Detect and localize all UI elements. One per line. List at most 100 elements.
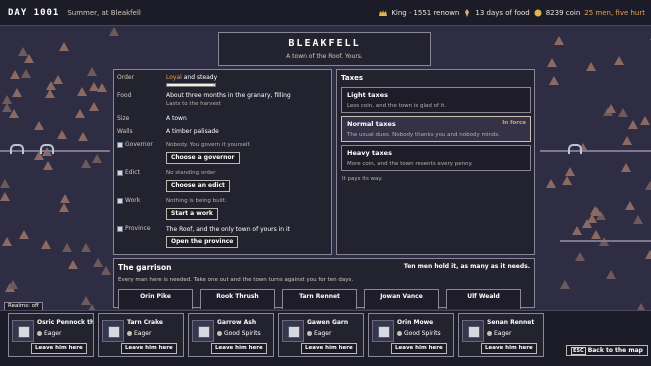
mountain-tile [75, 108, 86, 118]
soldier-name: Tarn Crake [127, 319, 163, 326]
food-sub: Lasts to the harvest [166, 101, 221, 107]
mountain-tile [57, 129, 68, 139]
province-value: The Roof, and the only town of yours in … [166, 226, 291, 233]
town-details-panel: Order Loyal and steady Food About three … [113, 69, 332, 255]
garrison-slot[interactable]: Orin Pike [118, 289, 193, 309]
choose-edict-button[interactable]: Choose an edict [166, 180, 230, 192]
mountain-tile [605, 269, 616, 279]
taxes-panel: Taxes Light taxes Less coin, and the tow… [336, 69, 535, 255]
mountain-tile [33, 121, 44, 131]
mountain-tile [545, 179, 556, 189]
food-label: 13 days of food [475, 9, 530, 17]
mountain-tile [554, 35, 565, 45]
day-counter: DAY 1001 [8, 7, 60, 18]
walls-value: A timber palisade [166, 128, 219, 135]
edict-value: No standing order [166, 170, 216, 176]
roster-card[interactable]: Senan Rennet Eager Leave him here [458, 313, 544, 357]
mountain-tile [58, 42, 69, 52]
garrison-panel: The garrison Ten men hold it, as many as… [113, 258, 535, 309]
leave-here-button[interactable]: Leave him here [391, 343, 447, 354]
roster-tray: Osric Pennock th... Eager Leave him here… [0, 310, 651, 366]
leave-here-button[interactable]: Leave him here [31, 343, 87, 354]
back-to-map-button[interactable]: ESC Back to the map [566, 345, 648, 356]
mountain-tile [547, 57, 558, 67]
garrison-slot[interactable]: Tarn Rennet [282, 289, 357, 309]
roster-card[interactable]: Orin Mowe Good Spirits Leave him here [368, 313, 454, 357]
walls-label: Walls [117, 128, 133, 135]
town-banner: BLEAKFELL A town of the Roof. Yours. [218, 32, 431, 66]
mountain-tile [20, 69, 31, 79]
mountain-tile [45, 80, 56, 90]
order-bar-fill [167, 84, 213, 86]
tax-name: Heavy taxes [347, 149, 392, 157]
edict-icon [117, 169, 123, 176]
mountain-tile [58, 202, 69, 212]
governor-row: Governor [117, 141, 153, 148]
mountain-tile [586, 214, 597, 224]
order-rest: and steady [183, 74, 218, 81]
work-value: Nothing is being built. [166, 198, 227, 204]
mountain-tile [633, 214, 644, 224]
mountain-tile [621, 136, 632, 146]
mountain-tile [0, 179, 11, 189]
soldier-mood: Good Spirits [217, 330, 261, 337]
mountain-tile [613, 56, 624, 66]
garrison-title: The garrison [118, 263, 172, 272]
roster-card[interactable]: Tarn Crake Eager Leave him here [98, 313, 184, 357]
town-marker-icon[interactable] [40, 144, 54, 154]
leave-here-button[interactable]: Leave him here [121, 343, 177, 354]
mountain-tile [0, 191, 11, 201]
size-label: Size [117, 115, 130, 122]
leave-here-button[interactable]: Leave him here [301, 343, 357, 354]
mountain-tile [108, 27, 119, 36]
mountain-tile [62, 242, 73, 252]
crown-icon [379, 9, 388, 17]
tax-option-normal[interactable]: Normal taxes In force The usual dues. No… [341, 116, 531, 142]
coin-icon [534, 9, 542, 17]
mountain-tile [620, 163, 631, 173]
roster-card[interactable]: Osric Pennock th... Eager Leave him here [8, 313, 94, 357]
work-row: Work [117, 197, 140, 204]
mountain-tile [617, 107, 628, 117]
town-marker-icon[interactable] [568, 144, 582, 154]
tax-desc: Less coin, and the town is glad of it. [347, 103, 447, 109]
work-icon [117, 197, 123, 204]
start-work-button[interactable]: Start a work [166, 208, 218, 220]
mountain-tile [19, 230, 30, 240]
mountain-tile [44, 89, 55, 99]
garrison-slot[interactable]: Jowan Vance [364, 289, 439, 309]
tax-name: Normal taxes [347, 120, 396, 128]
choose-governor-button[interactable]: Choose a governor [166, 152, 240, 164]
mountain-tile [2, 236, 13, 246]
mountain-tile [60, 194, 71, 204]
mountain-tile [40, 240, 51, 250]
roster-card[interactable]: Garrow Ash Good Spirits Leave him here [188, 313, 274, 357]
mountain-tile [562, 176, 573, 186]
mountain-tile [80, 158, 91, 168]
mountain-tile [564, 166, 575, 176]
town-subtitle: A town of the Roof. Yours. [286, 53, 363, 60]
tax-option-light[interactable]: Light taxes Less coin, and the town is g… [341, 87, 531, 113]
mountain-tile [2, 103, 13, 113]
garrison-slot[interactable]: Rook Thrush [200, 289, 275, 309]
garrison-summary: Ten men hold it, as many as it needs. [403, 263, 530, 270]
soldier-mood: Eager [127, 330, 151, 337]
soldier-mood: Good Spirits [397, 330, 441, 337]
province-label: Province [125, 225, 151, 232]
mountain-tile [624, 200, 635, 210]
leave-here-button[interactable]: Leave him here [211, 343, 267, 354]
leave-here-button[interactable]: Leave him here [481, 343, 537, 354]
soldier-name: Osric Pennock th... [37, 319, 93, 326]
road-segment [540, 150, 651, 152]
open-province-button[interactable]: Open the province [166, 236, 239, 248]
soldier-portrait-icon [192, 320, 214, 342]
mountain-tile [605, 103, 616, 113]
town-marker-icon[interactable] [10, 144, 24, 154]
soldier-mood: Eager [487, 330, 511, 337]
size-value: A town [166, 115, 187, 122]
roster-card[interactable]: Gawen Garn Eager Leave him here [278, 313, 364, 357]
mountain-tile [81, 242, 92, 252]
road-segment [560, 240, 651, 242]
garrison-slot[interactable]: Ulf Weald [446, 289, 521, 309]
tax-option-heavy[interactable]: Heavy taxes More coin, and the town rese… [341, 145, 531, 171]
